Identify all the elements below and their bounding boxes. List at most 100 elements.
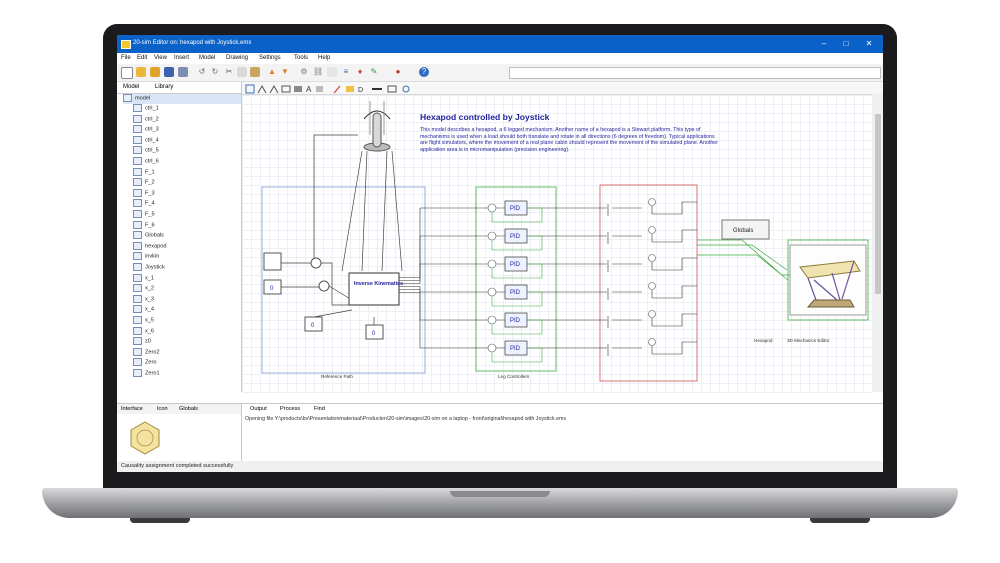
tree-item[interactable]: x_2 — [133, 284, 241, 294]
tree-item[interactable]: F_6 — [133, 220, 241, 231]
pid-sum-junction — [487, 287, 497, 297]
joystick-input-block — [263, 252, 282, 271]
tree-item[interactable]: ctrl_6 — [133, 157, 241, 167]
menu-tools[interactable]: Tools — [294, 55, 308, 61]
pid-label: PID — [510, 346, 521, 352]
undo-icon[interactable]: ↺ — [197, 67, 207, 77]
submodel-icon — [133, 114, 142, 123]
vertical-scrollbar[interactable] — [873, 94, 883, 392]
diagram-title: Hexapod controlled by Joystick — [420, 112, 550, 122]
tab-interface[interactable]: Interface — [121, 406, 143, 412]
inverse-kinematics-label: Inverse Kinematics — [354, 281, 403, 287]
submodel-icon — [133, 284, 142, 293]
model-path-field[interactable] — [509, 67, 881, 79]
tree-item[interactable]: ctrl_5 — [133, 146, 241, 156]
tab-icon[interactable]: Icon — [157, 406, 168, 412]
tree-item[interactable]: F_4 — [133, 199, 241, 209]
tree-item[interactable]: x_5 — [133, 316, 241, 326]
menu-insert[interactable]: Insert — [174, 55, 189, 61]
copy-icon[interactable] — [237, 67, 247, 77]
tree-item[interactable]: Zero1 — [133, 369, 241, 379]
tree-item[interactable]: ctrl_1 — [133, 104, 241, 114]
submodel-icon — [133, 104, 142, 112]
pen-color-icon — [333, 85, 341, 94]
tab-output[interactable]: Output — [250, 406, 267, 412]
menu-help[interactable]: Help — [318, 55, 330, 61]
tree-item[interactable]: F_1 — [133, 167, 241, 178]
cut-icon[interactable]: ✂ — [224, 67, 234, 77]
fill-color-icon — [346, 86, 354, 92]
tree-item[interactable]: x_4 — [133, 305, 241, 315]
submodel-icon — [133, 263, 142, 271]
tree-item-label: x_2 — [145, 285, 155, 292]
tab-model[interactable]: Model — [123, 84, 139, 90]
save-icon[interactable] — [164, 67, 174, 77]
inverse-kinematics-block — [348, 272, 400, 306]
help-icon[interactable]: ? — [419, 67, 429, 77]
leg-joint — [648, 282, 656, 290]
pid-sum-junction — [487, 315, 497, 325]
tree-item-label: ctrl_5 — [145, 147, 159, 154]
menu-drawing[interactable]: Drawing — [226, 55, 248, 61]
redo-icon[interactable]: ↻ — [210, 67, 220, 77]
tree-item[interactable]: Joystick — [133, 263, 241, 273]
tree-item[interactable]: x_1 — [133, 273, 241, 284]
tree-item[interactable]: Zero — [133, 358, 241, 368]
status-bar: Causality assignment completed successfu… — [117, 461, 883, 472]
tree-item-label: Zero2 — [145, 349, 160, 356]
submodel-icon — [133, 220, 142, 229]
image-tool-icon — [316, 86, 323, 92]
close-button[interactable]: ✕ — [862, 38, 876, 50]
tab-library[interactable]: Library — [155, 84, 173, 90]
menu-settings[interactable]: Settings — [259, 55, 281, 61]
tree-item[interactable]: Zero2 — [133, 347, 241, 358]
submodel-icon — [133, 241, 142, 250]
tree-item-model[interactable]: model — [123, 94, 241, 104]
link-icon[interactable]: ⛓ — [313, 67, 323, 77]
minimize-button[interactable]: – — [817, 38, 831, 50]
menu-edit[interactable]: Edit — [137, 55, 147, 61]
model-icon[interactable] — [327, 67, 337, 77]
new-icon[interactable] — [121, 67, 133, 79]
tree-item-label: x_5 — [145, 317, 155, 324]
submodel-icon — [133, 252, 142, 261]
tree-item[interactable]: x_3 — [133, 294, 241, 305]
equation-icon[interactable]: ≡ — [341, 67, 351, 77]
menu-bar: File Edit View Insert Model Drawing Sett… — [117, 53, 883, 64]
reference-path-group — [261, 186, 426, 374]
tree-item[interactable]: F_2 — [133, 178, 241, 188]
check-icon[interactable]: ♦ — [355, 67, 365, 77]
submodel-icon — [133, 210, 142, 218]
tree-item[interactable]: invkin — [133, 252, 241, 262]
build-icon[interactable]: ✎ — [369, 67, 379, 77]
settings-icon[interactable]: ⚙ — [299, 67, 309, 77]
menu-file[interactable]: File — [121, 55, 131, 61]
tab-process[interactable]: Process — [280, 406, 300, 412]
sum-junction-1 — [310, 257, 322, 269]
open-recent-icon[interactable] — [150, 67, 160, 77]
tree-item[interactable]: ctrl_2 — [133, 114, 241, 125]
submodel-icon — [133, 231, 142, 240]
tree-item[interactable]: x_6 — [133, 326, 241, 337]
tree-item[interactable]: ctrl_4 — [133, 135, 241, 146]
menu-model[interactable]: Model — [199, 55, 215, 61]
tree-item[interactable]: z0 — [133, 337, 241, 347]
tab-find[interactable]: Find — [314, 406, 325, 412]
tree-item[interactable]: Globals — [133, 231, 241, 241]
hexapod-mechanics-group — [599, 184, 698, 382]
paste-icon[interactable] — [250, 67, 260, 77]
maximize-button[interactable]: □ — [839, 38, 853, 50]
tree-item[interactable]: F_3 — [133, 188, 241, 199]
go-down-icon[interactable]: ▼ — [280, 67, 290, 77]
tree-item[interactable]: hexapod — [133, 241, 241, 252]
tree-item-label: x_6 — [145, 328, 155, 335]
print-icon[interactable] — [178, 67, 188, 77]
tree-item[interactable]: ctrl_3 — [133, 125, 241, 135]
scrollbar-thumb[interactable] — [875, 114, 881, 294]
tab-globals[interactable]: Globals — [179, 406, 198, 412]
go-up-icon[interactable]: ▲ — [267, 67, 277, 77]
tree-item[interactable]: F_5 — [133, 210, 241, 220]
menu-view[interactable]: View — [154, 55, 167, 61]
simulator-icon[interactable]: ● — [393, 67, 403, 77]
open-icon[interactable] — [136, 67, 146, 77]
